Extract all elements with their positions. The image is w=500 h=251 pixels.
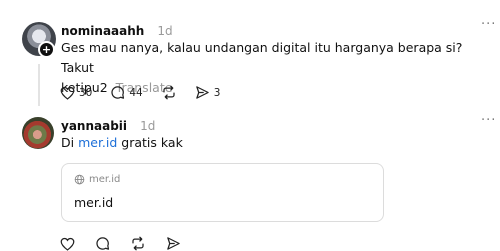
- follow-plus-icon[interactable]: +: [38, 41, 55, 58]
- post2-time: 1d: [140, 119, 156, 133]
- link-preview-card[interactable]: mer.id mer.id: [61, 163, 384, 222]
- heart-icon: [60, 237, 75, 251]
- post1-more-icon[interactable]: ···: [481, 17, 496, 32]
- repost-button[interactable]: [161, 85, 177, 100]
- post2-text-prefix: Di: [61, 135, 79, 150]
- post1-text-line1: Ges mau nanya, kalau undangan digital it…: [61, 40, 463, 75]
- post1-actions: 30 44 3: [60, 85, 238, 100]
- comment-count: 44: [129, 86, 143, 99]
- post2-more-icon[interactable]: ···: [481, 113, 496, 128]
- comment-button[interactable]: 44: [110, 85, 143, 100]
- comment-icon: [111, 86, 125, 99]
- share-button[interactable]: [166, 236, 181, 251]
- repost-icon: [163, 85, 175, 100]
- post1-username[interactable]: nominaaahh: [61, 24, 144, 38]
- heart-icon: [60, 86, 75, 100]
- avatar-yannaabii[interactable]: [22, 117, 54, 149]
- post2-header: yannaabii 1d: [61, 115, 155, 134]
- comment-icon: [96, 237, 110, 250]
- repost-button[interactable]: [130, 236, 146, 251]
- post1-header: nominaaahh 1d: [61, 20, 173, 39]
- share-button[interactable]: 3: [195, 85, 221, 100]
- like-count: 30: [79, 86, 93, 99]
- repost-icon: [132, 236, 144, 251]
- post2-username[interactable]: yannaabii: [61, 119, 127, 133]
- card-domain: mer.id: [89, 174, 121, 185]
- comment-button[interactable]: [95, 236, 110, 251]
- like-button[interactable]: 30: [60, 86, 92, 100]
- post2-text-suffix: gratis kak: [117, 135, 183, 150]
- like-button[interactable]: [60, 237, 75, 251]
- post2-body: Di mer.id gratis kak: [61, 133, 183, 153]
- post1-time: 1d: [157, 24, 173, 38]
- send-icon: [167, 237, 180, 250]
- card-title: mer.id: [74, 195, 114, 210]
- post2-link[interactable]: mer.id: [78, 135, 117, 150]
- send-icon: [196, 86, 209, 99]
- share-count: 3: [213, 86, 221, 99]
- card-domain-row: mer.id: [74, 174, 120, 185]
- thread-line: [38, 64, 40, 106]
- post2-actions: [60, 236, 199, 251]
- globe-icon: [74, 174, 85, 185]
